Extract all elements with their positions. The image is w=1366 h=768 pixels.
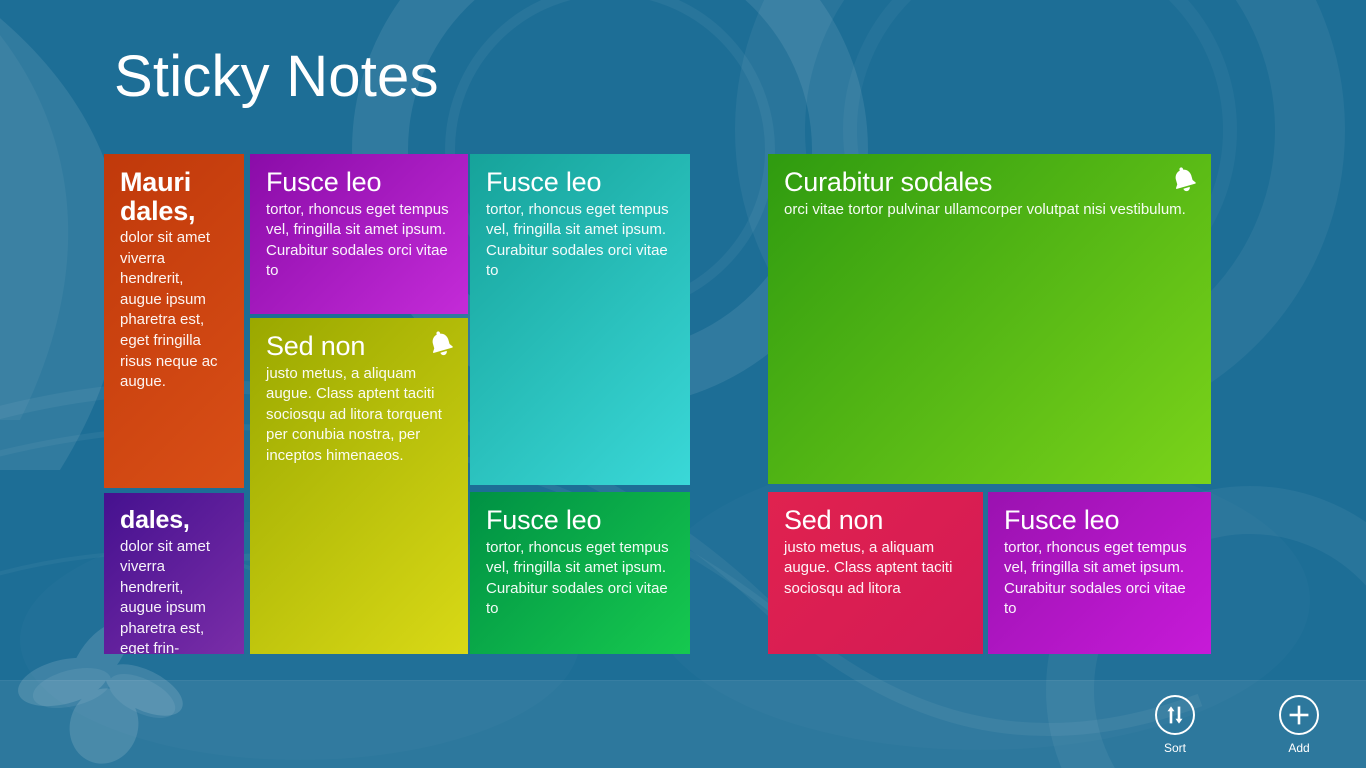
app-bar: Sort Add xyxy=(0,680,1366,768)
note-title: Sed non xyxy=(266,331,366,361)
note-body: tortor, rhoncus eget tempus vel, fringil… xyxy=(266,200,449,280)
add-button-label: Add xyxy=(1288,741,1310,755)
add-button[interactable]: Add xyxy=(1268,695,1330,754)
note-body: orci vitae tortor pulvinar ullamcorper v… xyxy=(784,200,1186,218)
sort-button-label: Sort xyxy=(1163,741,1186,755)
note-body: dolor sit amet viverra hendrerit, augue … xyxy=(120,537,211,655)
note-tile-mauri[interactable]: Mauri dales, dolor sit amet viverra hend… xyxy=(104,154,244,488)
note-tile-fusce-2[interactable]: Fusce leo tortor, rhoncus eget tempus ve… xyxy=(470,154,690,485)
note-title: Fusce leo xyxy=(486,505,602,535)
sticky-notes-app: Sticky Notes Mauri dales, dolor sit amet… xyxy=(0,0,1366,768)
plus-icon xyxy=(1289,705,1309,725)
note-tile-fusce-4[interactable]: Fusce leo tortor, rhoncus eget tempus ve… xyxy=(988,492,1211,654)
sort-button-ring xyxy=(1155,695,1195,735)
note-title: Sed non xyxy=(784,505,884,535)
note-body: justo metus, a aliquam augue. Class apte… xyxy=(266,364,442,464)
note-body: tortor, rhoncus eget tempus vel, fringil… xyxy=(1004,538,1187,618)
note-tile-dales[interactable]: dales, dolor sit amet viverra hendrerit,… xyxy=(104,493,244,654)
note-title: Fusce leo xyxy=(486,167,602,197)
reminder-bell-icon xyxy=(1169,164,1199,194)
note-title: dales, xyxy=(120,506,190,534)
note-tile-fusce-3[interactable]: Fusce leo tortor, rhoncus eget tempus ve… xyxy=(470,492,690,654)
note-body: dolor sit amet viverra hendrerit, augue … xyxy=(120,229,218,391)
note-title: Curabitur sodales xyxy=(784,167,993,197)
reminder-bell-icon xyxy=(426,328,456,358)
note-body: justo metus, a aliquam augue. Class apte… xyxy=(784,538,953,597)
note-tile-curabitur[interactable]: Curabitur sodales orci vitae tortor pulv… xyxy=(768,154,1211,484)
page-title: Sticky Notes xyxy=(114,44,439,109)
note-tile-sednon-1[interactable]: Sed non justo metus, a aliquam augue. Cl… xyxy=(250,318,468,654)
note-title: Fusce leo xyxy=(1004,505,1120,535)
note-tile-fusce-1[interactable]: Fusce leo tortor, rhoncus eget tempus ve… xyxy=(250,154,468,314)
note-title: Fusce leo xyxy=(266,167,382,197)
note-body: tortor, rhoncus eget tempus vel, fringil… xyxy=(486,538,669,618)
note-title: Mauri dales, xyxy=(120,167,196,226)
add-button-ring xyxy=(1279,695,1319,735)
sort-button[interactable]: Sort xyxy=(1144,695,1206,754)
note-tile-sednon-2[interactable]: Sed non justo metus, a aliquam augue. Cl… xyxy=(768,492,983,654)
sort-arrows-icon xyxy=(1167,706,1183,724)
note-body: tortor, rhoncus eget tempus vel, fringil… xyxy=(486,200,669,280)
